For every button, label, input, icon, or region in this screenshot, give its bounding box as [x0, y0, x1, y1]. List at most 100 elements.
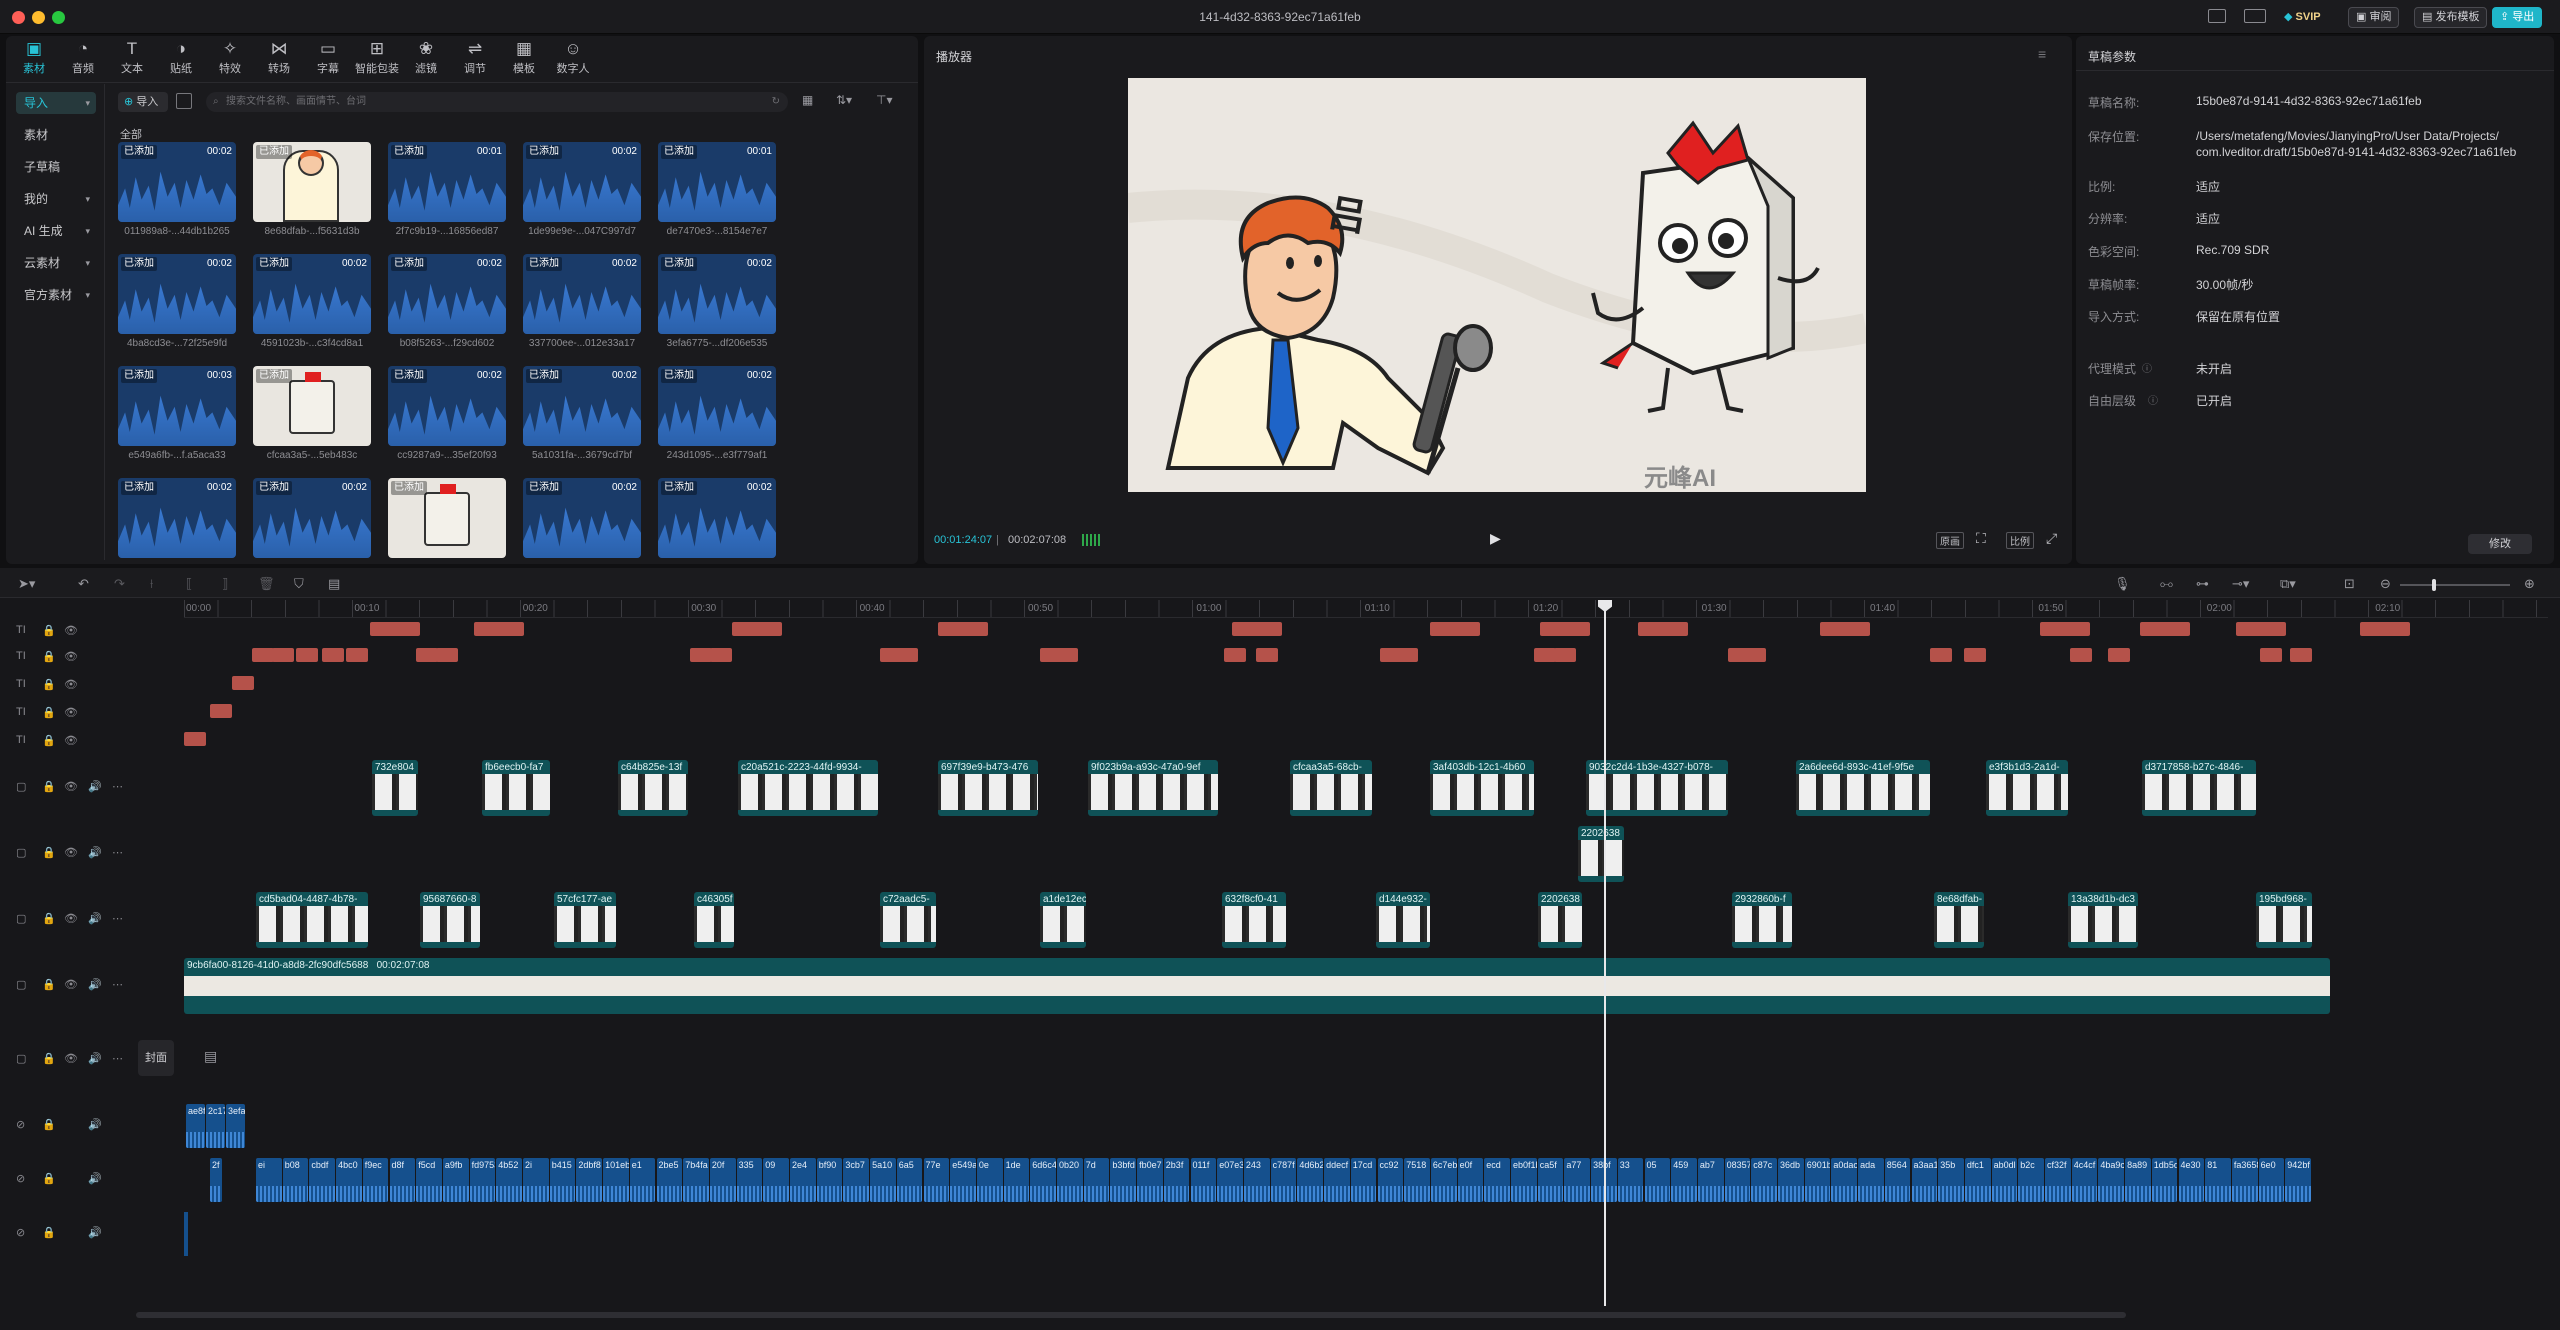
audio-clip[interactable]: 6d6c4 [1030, 1158, 1056, 1202]
track-type-icon[interactable]: ⊘ [16, 1226, 25, 1239]
audio-clip[interactable]: ecd [1484, 1158, 1510, 1202]
audio-clip[interactable]: 101eb [603, 1158, 629, 1202]
tool-transition[interactable]: ⋈ 转场 [255, 38, 303, 78]
text-clip[interactable] [2070, 648, 2092, 662]
video-clip[interactable]: cd5bad04-4487-4b78- [256, 892, 368, 948]
media-thumb[interactable]: 已添加 00:02 [658, 478, 776, 558]
ratio-button[interactable]: 比例 [2006, 532, 2034, 549]
track-type-icon[interactable]: TI [16, 706, 26, 718]
tool-digital-human[interactable]: ☺ 数字人 [549, 38, 597, 78]
subtitle-tool-icon[interactable]: ▤ [328, 574, 340, 594]
audio-clip[interactable]: 4d6b2 [1297, 1158, 1324, 1202]
video-clip[interactable]: 732e804 [372, 760, 418, 816]
tool-sticker[interactable]: ◑ 贴纸 [157, 38, 205, 78]
snap-icon[interactable]: ⊶ [2196, 574, 2209, 594]
video-clip[interactable]: 13a38d1b-dc3 [2068, 892, 2138, 948]
tool-audio[interactable]: ◔ 音频 [59, 38, 107, 78]
audio-clip[interactable]: eb0f1b [1511, 1158, 1537, 1202]
lock-icon[interactable]: 🔒 [42, 650, 56, 663]
media-thumb[interactable]: 已添加 00:02 [523, 366, 641, 446]
audio-clip[interactable]: dfc1 [1964, 1158, 1991, 1202]
split-left-icon[interactable]: ⟦ [186, 574, 192, 594]
media-thumb[interactable]: 已添加 00:01 [388, 142, 506, 222]
eye-icon[interactable]: 👁 [64, 734, 78, 747]
text-clip[interactable] [2290, 648, 2312, 662]
track-type-icon[interactable]: ▢ [16, 978, 26, 991]
link-main-icon[interactable]: ⧟ [2160, 574, 2173, 594]
sidebar-item-3[interactable]: 我的 ▾ [16, 188, 96, 210]
media-thumb[interactable]: 已添加 [388, 478, 506, 558]
help-icon[interactable]: ⓘ [2142, 360, 2152, 375]
play-button[interactable]: ▶ [1490, 530, 1501, 547]
audio-clip[interactable]: 2f [210, 1158, 222, 1202]
media-thumb[interactable]: 已添加 00:02 [388, 254, 506, 334]
audio-clip[interactable]: 8a89 [2125, 1158, 2151, 1202]
split-right-icon[interactable]: ⟧ [222, 574, 228, 594]
audio-clip[interactable]: ddecf [1324, 1158, 1350, 1202]
text-clip[interactable] [1224, 648, 1246, 662]
eye-icon[interactable]: 👁 [64, 706, 78, 719]
export-button[interactable]: ⇪ 导出 [2492, 7, 2543, 28]
audio-clip[interactable]: a3aa1 [1911, 1158, 1938, 1202]
timeline-scrollbar[interactable] [136, 1312, 2126, 1318]
volume-icon[interactable]: 🔊 [88, 1172, 102, 1185]
video-clip[interactable]: 2a6dee6d-893c-41ef-9f5e [1796, 760, 1930, 816]
text-clip[interactable] [1256, 648, 1278, 662]
video-clip[interactable]: 8e68dfab- [1934, 892, 1984, 948]
text-clip[interactable] [346, 648, 368, 662]
eye-icon[interactable]: 👁 [64, 846, 78, 859]
more-icon[interactable]: ⋯ [112, 1052, 123, 1065]
text-clip[interactable] [1232, 622, 1282, 636]
audio-clip[interactable]: ei [256, 1158, 282, 1202]
video-clip[interactable]: d144e932- [1376, 892, 1430, 948]
audio-clip[interactable]: 2b3f [1163, 1158, 1190, 1202]
text-clip[interactable] [1534, 648, 1556, 662]
audio-clip[interactable]: d8f [389, 1158, 416, 1202]
text-clip[interactable] [210, 704, 232, 718]
audio-clip[interactable]: 05 [1644, 1158, 1671, 1202]
review-button[interactable]: ▣ 审阅 [2348, 7, 2400, 28]
audio-clip[interactable]: e1 [629, 1158, 656, 1202]
video-clip[interactable]: 2932860b-f [1732, 892, 1792, 948]
lock-icon[interactable]: 🔒 [42, 780, 56, 793]
audio-clip[interactable]: cbdf [309, 1158, 336, 1202]
track-type-icon[interactable]: TI [16, 650, 26, 662]
audio-clip[interactable]: c87c [1751, 1158, 1777, 1202]
video-clip[interactable]: 632f8cf0-41 [1222, 892, 1286, 948]
caption-icon[interactable]: ⊡ [2344, 574, 2355, 594]
lock-icon[interactable]: 🔒 [42, 1118, 56, 1131]
video-clip[interactable]: d3717858-b27c-4846- [2142, 760, 2256, 816]
video-clip[interactable]: cfcaa3a5-68cb- [1290, 760, 1372, 816]
audio-clip[interactable]: 4ba9c [2098, 1158, 2125, 1202]
text-clip[interactable] [2260, 648, 2282, 662]
zoom-out-icon[interactable]: ⊖ [2380, 574, 2391, 594]
text-clip[interactable] [1744, 648, 1766, 662]
text-clip[interactable] [2040, 622, 2090, 636]
volume-icon[interactable]: 🔊 [88, 1118, 102, 1131]
text-clip[interactable] [2236, 622, 2286, 636]
media-thumb[interactable]: 已添加 00:02 [118, 254, 236, 334]
zoom-window-button[interactable] [52, 11, 65, 24]
audio-clip[interactable]: 6c7eb [1430, 1158, 1457, 1202]
sidebar-item-5[interactable]: 云素材 ▾ [16, 252, 96, 274]
media-thumb[interactable]: 已添加 00:02 [118, 478, 236, 558]
more-icon[interactable]: ⋯ [112, 846, 123, 859]
audio-clip[interactable]: 6e0 [2258, 1158, 2285, 1202]
audio-clip[interactable]: 2e4 [790, 1158, 816, 1202]
lock-icon[interactable]: 🔒 [42, 734, 56, 747]
tool-template[interactable]: ▦ 模板 [500, 38, 548, 78]
audio-clip[interactable]: b2c [2018, 1158, 2044, 1202]
eye-icon[interactable]: 👁 [64, 978, 78, 991]
sidebar-item-0[interactable]: 导入 ▾ [16, 92, 96, 114]
video-clip[interactable]: e3f3b1d3-2a1d- [1986, 760, 2068, 816]
tool-adjust[interactable]: ⇌ 调节 [451, 38, 499, 78]
audio-clip[interactable]: a0dac [1831, 1158, 1858, 1202]
publish-template-button[interactable]: ▤ 发布模板 [2414, 7, 2488, 28]
audio-clip[interactable]: 459 [1671, 1158, 1697, 1202]
audio-clip[interactable]: b3bfd [1110, 1158, 1137, 1202]
minimize-window-button[interactable] [32, 11, 45, 24]
lock-icon[interactable]: 🔒 [42, 1172, 56, 1185]
media-thumb[interactable]: 已添加 00:02 [523, 142, 641, 222]
text-clip[interactable] [252, 648, 274, 662]
more-icon[interactable]: ⋯ [112, 912, 123, 925]
